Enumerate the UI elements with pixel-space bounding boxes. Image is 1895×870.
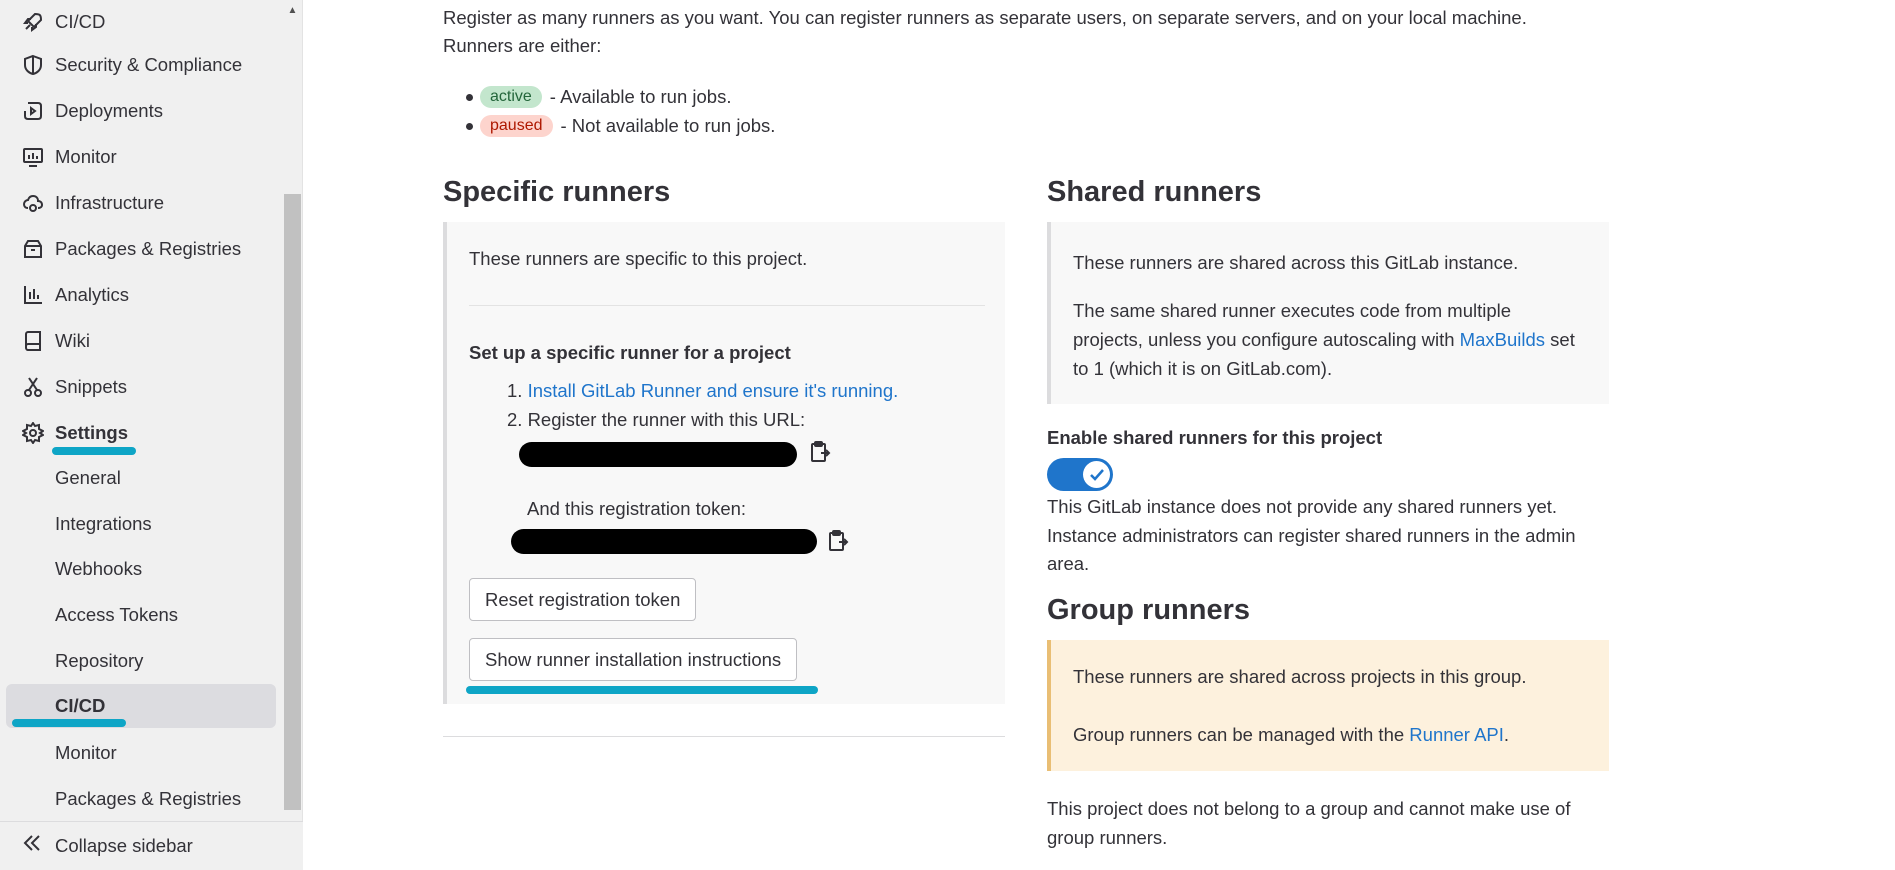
intro-text: Register as many runners as you want. Yo… — [443, 7, 1527, 28]
shared-runners-detail: The same shared runner executes code fro… — [1073, 296, 1583, 383]
settings-highlight — [52, 447, 136, 455]
sidebar-item-label: Deployments — [55, 100, 163, 121]
group-runners-description: These runners are shared across projects… — [1073, 666, 1527, 687]
sidebar-subitem-label: CI/CD — [55, 695, 106, 716]
enable-shared-runners-label: Enable shared runners for this project — [1047, 427, 1383, 448]
runners-intro: Register as many runners as you want. Yo… — [443, 4, 1613, 60]
cicd-highlight — [12, 719, 126, 727]
intro-subtext: Runners are either: — [443, 35, 602, 56]
divider — [443, 736, 1005, 737]
sidebar-item-label: Security & Compliance — [55, 54, 243, 75]
sidebar-subitem-monitor[interactable]: Monitor — [0, 731, 280, 775]
sidebar-item-label: Analytics — [55, 284, 130, 305]
copy-url-icon[interactable] — [809, 440, 831, 464]
sidebar-item-label: CI/CD — [55, 11, 106, 32]
sidebar-item-security[interactable]: Security & Compliance — [0, 43, 280, 87]
specific-runners-title: Specific runners — [443, 176, 671, 208]
status-description: - Available to run jobs. — [549, 85, 732, 107]
reset-registration-token-button[interactable]: Reset registration token — [469, 578, 697, 621]
shared-runners-title: Shared runners — [1047, 176, 1262, 208]
sidebar-subitem-label: Webhooks — [55, 558, 143, 579]
specific-runners-panel: These runners are specific to this proje… — [443, 222, 1005, 704]
specific-runners-description: These runners are specific to this proje… — [469, 248, 808, 269]
sidebar-item-label: Wiki — [55, 330, 90, 351]
shared-runners-note: This GitLab instance does not provide an… — [1047, 496, 1576, 574]
redacted-url — [519, 442, 797, 467]
gear-icon — [21, 421, 45, 445]
chart-icon — [21, 283, 45, 307]
list-item: active - Available to run jobs. — [465, 82, 775, 111]
monitor-icon — [21, 145, 45, 169]
package-icon — [21, 237, 45, 261]
collapse-sidebar-button[interactable]: Collapse sidebar — [0, 821, 303, 870]
token-label: And this registration token: — [527, 498, 747, 519]
sidebar-subitem-access-tokens[interactable]: Access Tokens — [0, 593, 280, 637]
install-runner-link[interactable]: Install GitLab Runner and ensure it's ru… — [528, 380, 899, 401]
enable-shared-runners-toggle[interactable] — [1047, 458, 1113, 491]
sidebar: CI/CD Security & Compliance Deployments … — [0, 0, 303, 870]
collapse-sidebar-label: Collapse sidebar — [55, 835, 193, 856]
shared-runners-panel: These runners are shared across this Git… — [1047, 222, 1609, 404]
maxbuilds-link[interactable]: MaxBuilds — [1460, 329, 1545, 350]
sidebar-item-infrastructure[interactable]: Infrastructure — [0, 181, 280, 225]
runner-status-list: active - Available to run jobs. paused -… — [465, 82, 776, 140]
sidebar-subitem-label: Integrations — [55, 513, 152, 534]
deployments-icon — [21, 99, 45, 123]
scissors-icon — [21, 375, 45, 399]
checkmark-icon — [1083, 461, 1110, 488]
sidebar-subitem-repository[interactable]: Repository — [0, 639, 280, 683]
runner-api-link[interactable]: Runner API — [1409, 724, 1504, 745]
sidebar-item-label: Snippets — [55, 376, 127, 397]
sidebar-item-cicd-top[interactable]: CI/CD — [0, 0, 280, 44]
show-instructions-highlight — [466, 686, 818, 694]
group-runners-title: Group runners — [1047, 594, 1251, 626]
sidebar-item-snippets[interactable]: Snippets — [0, 365, 280, 409]
shared-runners-description: These runners are shared across this Git… — [1073, 252, 1519, 273]
sidebar-item-wiki[interactable]: Wiki — [0, 319, 280, 363]
sidebar-subitem-general[interactable]: General — [0, 456, 280, 500]
paused-badge: paused — [480, 114, 553, 137]
divider — [469, 305, 985, 306]
sidebar-item-label: Settings — [55, 422, 128, 443]
book-icon — [21, 329, 45, 353]
double-chevron-left-icon — [22, 833, 42, 859]
sidebar-subitem-label: Repository — [55, 650, 144, 671]
sidebar-subitem-integrations[interactable]: Integrations — [0, 502, 280, 546]
setup-title: Set up a specific runner for a project — [469, 342, 791, 363]
shield-icon — [21, 53, 45, 77]
sidebar-subitem-label: Packages & Registries — [55, 788, 242, 809]
setup-step-2: 2. Register the runner with this URL: — [507, 409, 806, 430]
sidebar-item-packages[interactable]: Packages & Registries — [0, 227, 280, 271]
sidebar-item-settings[interactable]: Settings — [0, 411, 280, 455]
sidebar-subitem-label: Monitor — [55, 742, 117, 763]
sidebar-subitem-packages[interactable]: Packages & Registries — [0, 777, 280, 821]
scroll-up-arrow-icon[interactable]: ▲ — [284, 2, 301, 19]
sidebar-subitem-webhooks[interactable]: Webhooks — [0, 547, 280, 591]
sidebar-item-label: Packages & Registries — [55, 238, 242, 259]
setup-step-1: 1. Install GitLab Runner and ensure it's… — [507, 380, 898, 402]
cloud-gear-icon — [21, 191, 45, 215]
sidebar-item-monitor[interactable]: Monitor — [0, 135, 280, 179]
redacted-token — [511, 529, 817, 554]
group-runners-note: This project does not belong to a group … — [1047, 798, 1571, 848]
list-item: paused - Not available to run jobs. — [465, 111, 776, 140]
status-description: - Not available to run jobs. — [560, 114, 776, 136]
sidebar-subitem-label: General — [55, 467, 121, 488]
show-runner-instructions-button[interactable]: Show runner installation instructions — [469, 638, 798, 681]
active-badge: active — [480, 85, 542, 108]
rocket-icon — [21, 10, 45, 34]
group-detail-text: Group runners can be managed with the — [1073, 724, 1410, 745]
sidebar-item-label: Infrastructure — [55, 192, 164, 213]
copy-token-icon[interactable] — [827, 529, 849, 553]
group-runners-detail: Group runners can be managed with the Ru… — [1073, 724, 1509, 746]
group-detail-text: . — [1503, 724, 1510, 745]
group-runners-panel: These runners are shared across projects… — [1047, 640, 1609, 771]
sidebar-item-analytics[interactable]: Analytics — [0, 273, 280, 317]
sidebar-scrollbar[interactable] — [284, 194, 301, 810]
step-number: 1. — [507, 380, 523, 401]
shared-detail-text: The same shared runner executes code fro… — [1073, 300, 1512, 350]
sidebar-item-label: Monitor — [55, 146, 117, 167]
sidebar-subitem-label: Access Tokens — [55, 604, 179, 625]
sidebar-item-deployments[interactable]: Deployments — [0, 89, 280, 133]
